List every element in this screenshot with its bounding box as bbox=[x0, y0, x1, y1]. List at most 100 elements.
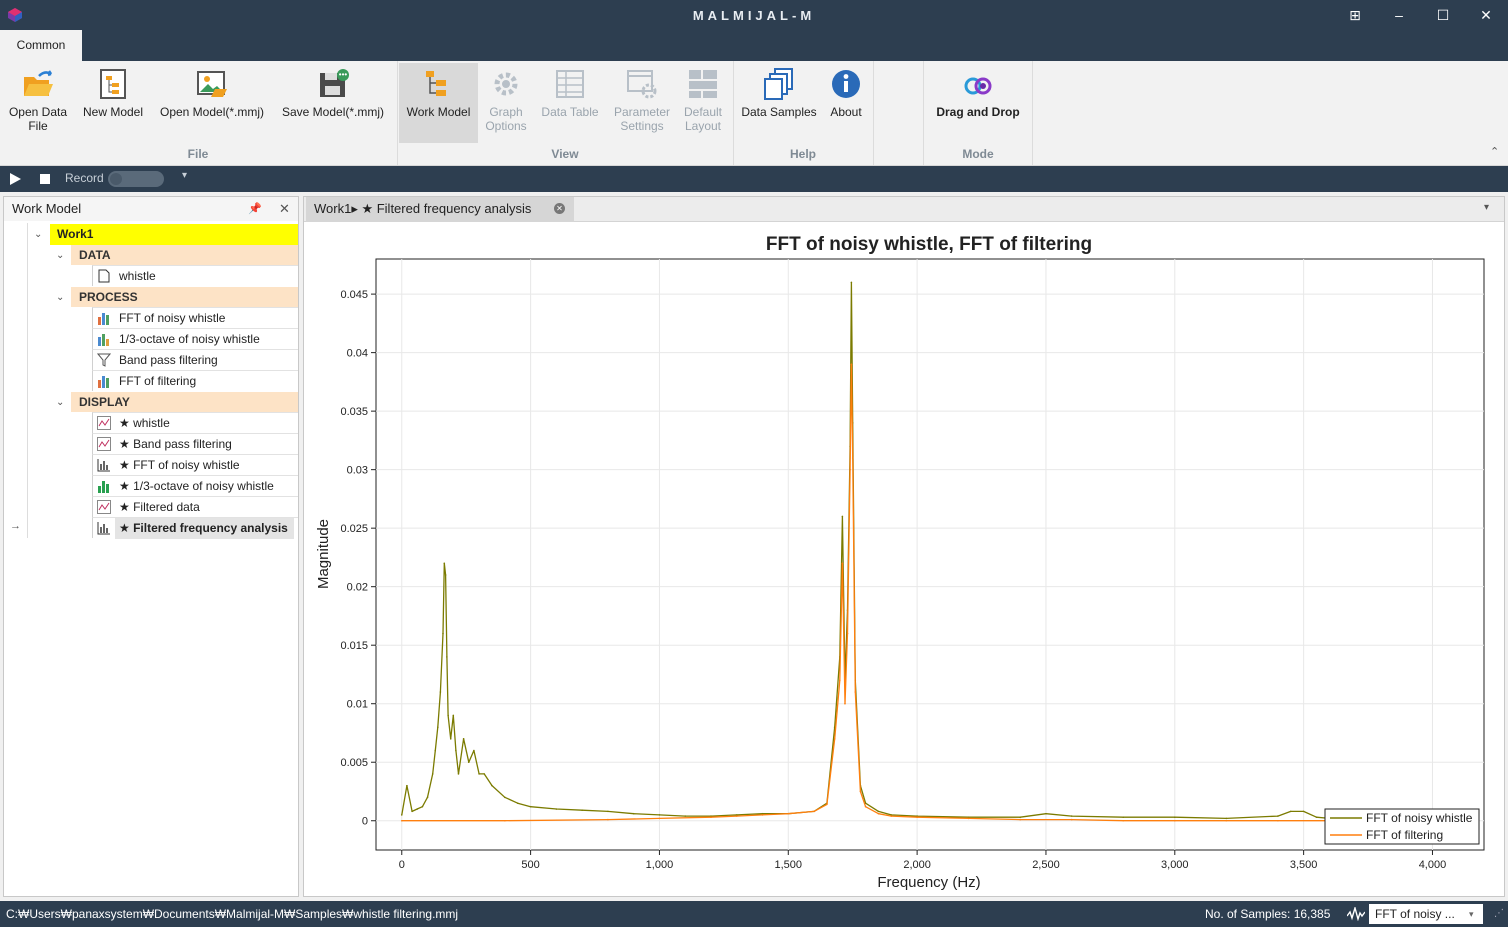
data-point bbox=[850, 281, 853, 284]
tree-item-display-octave[interactable]: ★ 1/3-octave of noisy whistle bbox=[92, 475, 298, 496]
group-separator bbox=[873, 61, 874, 165]
y-tick-label: 0.01 bbox=[347, 699, 368, 711]
data-point bbox=[1315, 816, 1318, 819]
data-point bbox=[455, 749, 457, 752]
data-point bbox=[844, 702, 846, 705]
data-point bbox=[826, 803, 828, 806]
close-button[interactable]: ✕ bbox=[1464, 0, 1508, 30]
gear-icon bbox=[494, 72, 518, 96]
data-point bbox=[426, 796, 429, 799]
chart-title: FFT of noisy whistle, FFT of filtering bbox=[766, 234, 1092, 255]
tree-item-display-filtered-data[interactable]: ★ Filtered data bbox=[92, 496, 298, 517]
data-point bbox=[841, 515, 844, 518]
new-model-icon bbox=[100, 69, 126, 99]
work-model-panel: Work Model 📌 ✕ ⌄ Work1 ⌄ DATA whistle ⌄ … bbox=[3, 196, 299, 897]
x-axis-label: Frequency (Hz) bbox=[877, 874, 980, 891]
file-icon bbox=[98, 269, 110, 283]
document-tab-bar: Work1▸ ★ Filtered frequency analysis ✕ ▾ bbox=[304, 197, 1504, 222]
data-point bbox=[437, 726, 439, 728]
tree-category-data[interactable]: DATA bbox=[71, 245, 298, 265]
tree-item-data-whistle[interactable]: whistle bbox=[92, 265, 298, 286]
x-tick-label: 2,000 bbox=[903, 859, 931, 871]
layout-icon bbox=[689, 70, 717, 98]
tree-item-process-fft-filtering[interactable]: FFT of filtering bbox=[92, 370, 298, 391]
drag-and-drop-button[interactable]: Drag and Drop bbox=[928, 63, 1028, 143]
tree-item-display-filtered-frequency[interactable]: ★ Filtered frequency analysis bbox=[92, 517, 298, 539]
group-file-label: File bbox=[187, 147, 209, 161]
data-point bbox=[735, 815, 738, 817]
data-point bbox=[581, 809, 583, 812]
data-table-button[interactable]: Data Table bbox=[536, 63, 604, 143]
tree-root-work1[interactable]: Work1 bbox=[50, 224, 298, 245]
data-samples-icon bbox=[764, 68, 793, 100]
chevron-down-icon[interactable]: ⌄ bbox=[34, 230, 44, 240]
play-icon[interactable] bbox=[10, 173, 21, 185]
stop-icon[interactable] bbox=[40, 174, 50, 184]
open-model-button[interactable]: Open Model(*.mmj) bbox=[154, 63, 270, 143]
data-point bbox=[1122, 819, 1125, 822]
data-point bbox=[967, 817, 970, 820]
close-panel-icon[interactable]: ✕ bbox=[279, 197, 290, 221]
tree-item-process-octave[interactable]: 1/3-octave of noisy whistle bbox=[92, 328, 298, 349]
default-layout-button[interactable]: Default Layout bbox=[678, 63, 728, 143]
new-model-button[interactable]: New Model bbox=[78, 63, 148, 143]
graph-options-button[interactable]: Graph Options bbox=[480, 63, 532, 143]
chevron-down-icon[interactable]: ⌄ bbox=[56, 251, 66, 261]
tree-item-display-fft[interactable]: ★ FFT of noisy whistle bbox=[92, 454, 298, 475]
open-data-file-button[interactable]: Open Data File bbox=[4, 63, 72, 143]
data-samples-button[interactable]: Data Samples bbox=[738, 63, 820, 143]
about-button[interactable]: About bbox=[824, 63, 868, 143]
data-point bbox=[555, 808, 558, 810]
y-tick-label: 0.03 bbox=[347, 465, 368, 477]
tab-common[interactable]: Common bbox=[0, 30, 82, 61]
tree-category-process[interactable]: PROCESS bbox=[71, 287, 298, 307]
tree-item-label: whistle bbox=[119, 269, 156, 283]
data-point bbox=[890, 815, 893, 817]
title-bar: MALMIJAL-M ⊞ – ☐ ✕ bbox=[0, 0, 1508, 30]
tree-item-label: 1/3-octave of noisy whistle bbox=[119, 332, 260, 346]
data-samples-label: Data Samples bbox=[741, 105, 817, 119]
tree-item-process-fft[interactable]: FFT of noisy whistle bbox=[92, 307, 298, 328]
save-model-button[interactable]: ••• Save Model(*.mmj) bbox=[276, 63, 390, 143]
y-tick-label: 0.025 bbox=[340, 523, 368, 535]
y-tick-label: 0.02 bbox=[347, 582, 368, 594]
restore-layout-icon[interactable]: ⊞ bbox=[1333, 0, 1377, 30]
pin-icon[interactable]: 📌 bbox=[248, 197, 262, 221]
fft-chart[interactable]: FFT of noisy whistle, FFT of filtering 0… bbox=[304, 222, 1504, 896]
data-point bbox=[1019, 818, 1021, 821]
minimize-button[interactable]: – bbox=[1377, 0, 1421, 30]
data-point bbox=[442, 632, 444, 635]
parameter-settings-button[interactable]: Parameter Settings bbox=[610, 63, 674, 143]
data-point bbox=[462, 738, 465, 740]
record-toggle[interactable] bbox=[108, 171, 164, 187]
data-point bbox=[658, 814, 661, 816]
close-tab-icon[interactable]: ✕ bbox=[554, 203, 565, 214]
spectrum-chart-icon bbox=[97, 522, 110, 535]
y-tick-label: 0.005 bbox=[340, 757, 368, 769]
group-separator bbox=[1032, 61, 1033, 165]
tree-item-process-bandpass[interactable]: Band pass filtering bbox=[92, 349, 298, 370]
data-point bbox=[877, 810, 880, 813]
data-point bbox=[1045, 812, 1047, 815]
data-point bbox=[849, 468, 851, 471]
data-point bbox=[607, 810, 609, 813]
series-select[interactable]: FFT of noisy ... ▾ bbox=[1369, 904, 1483, 924]
tree-item-display-bandpass[interactable]: ★ Band pass filtering bbox=[92, 433, 298, 454]
work-model-button[interactable]: Work Model bbox=[399, 63, 478, 143]
collapse-ribbon-icon[interactable]: ⌃ bbox=[1490, 145, 1499, 158]
chevron-down-icon[interactable]: ⌄ bbox=[56, 398, 66, 408]
tree-category-display[interactable]: DISPLAY bbox=[71, 392, 298, 412]
chevron-down-icon[interactable]: ⌄ bbox=[56, 293, 66, 303]
data-point bbox=[473, 749, 475, 752]
tab-list-dropdown-icon[interactable]: ▾ bbox=[1484, 202, 1489, 213]
drag-and-drop-icon bbox=[964, 77, 992, 95]
record-dropdown-icon[interactable]: ▾ bbox=[182, 170, 187, 181]
data-point bbox=[1173, 816, 1176, 819]
data-table-label: Data Table bbox=[541, 105, 599, 119]
line-chart-icon bbox=[97, 500, 111, 514]
document-tab[interactable]: Work1▸ ★ Filtered frequency analysis ✕ bbox=[306, 197, 574, 222]
y-tick-label: 0.015 bbox=[340, 640, 368, 652]
maximize-button[interactable]: ☐ bbox=[1421, 0, 1465, 30]
tree-item-display-whistle[interactable]: ★ whistle bbox=[92, 412, 298, 433]
x-tick-label: 0 bbox=[399, 859, 405, 871]
